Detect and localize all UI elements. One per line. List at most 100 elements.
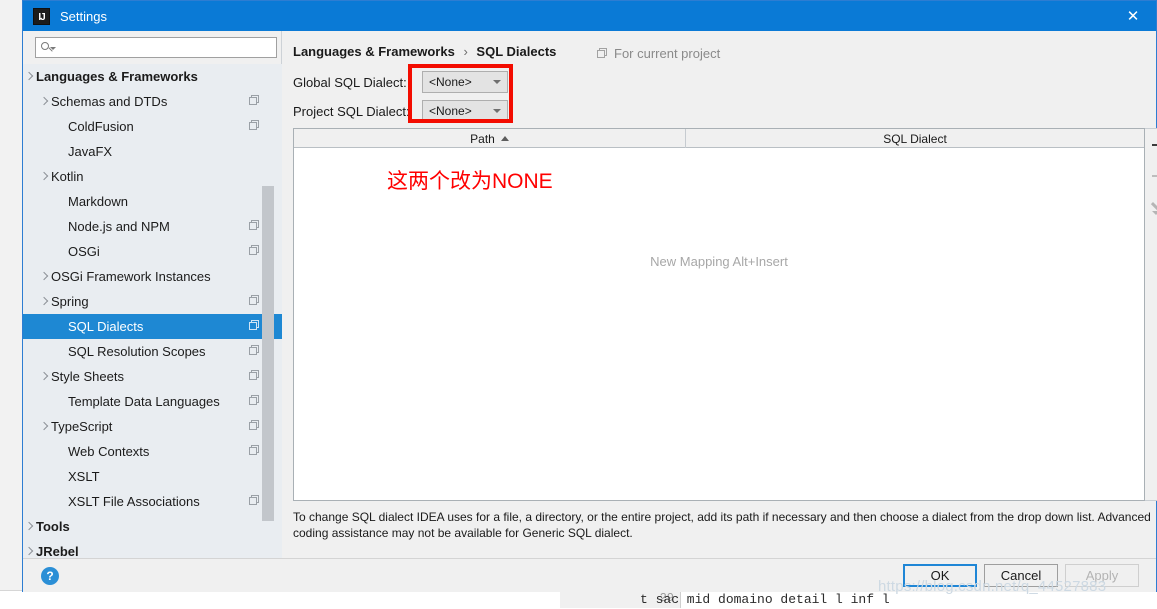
title-bar: IJ Settings ✕ — [23, 1, 1156, 31]
sidebar-item-label: SQL Resolution Scopes — [68, 344, 206, 359]
chevron-right-icon[interactable] — [38, 170, 51, 183]
sort-ascending-icon — [501, 136, 509, 141]
chevron-right-icon[interactable] — [38, 270, 51, 283]
sidebar-item-label: JavaFX — [68, 144, 112, 159]
sidebar-item-label: XSLT File Associations — [68, 494, 200, 509]
sidebar-item-xslt-file-associations[interactable]: XSLT File Associations — [23, 489, 282, 514]
project-sql-dialect-label: Project SQL Dialect: — [293, 104, 408, 119]
red-highlight-rectangle — [408, 64, 513, 123]
project-scope-icon — [249, 495, 260, 506]
sidebar-item-label: Web Contexts — [68, 444, 149, 459]
sidebar-item-label: OSGi Framework Instances — [51, 269, 211, 284]
window-title: Settings — [60, 9, 107, 24]
background-left-strip — [0, 0, 23, 608]
minus-icon — [1152, 175, 1157, 177]
table-toolbar — [1145, 128, 1157, 501]
background-code-line: t sac mid domaino detail l inf l — [640, 592, 890, 607]
sidebar-item-sql-dialects[interactable]: SQL Dialects — [23, 314, 282, 339]
for-current-project-note: For current project — [597, 46, 720, 61]
breadcrumb-leaf: SQL Dialects — [476, 44, 556, 59]
sidebar-item-label: SQL Dialects — [68, 319, 143, 334]
sidebar-item-label: Tools — [36, 519, 70, 534]
sidebar-item-label: Kotlin — [51, 169, 84, 184]
chevron-right-icon[interactable] — [23, 70, 36, 83]
project-scope-icon — [249, 345, 260, 356]
tree-indent-spacer — [55, 395, 68, 408]
breadcrumb-root[interactable]: Languages & Frameworks — [293, 44, 455, 59]
sidebar-item-label: Node.js and NPM — [68, 219, 170, 234]
sidebar-item-tools[interactable]: Tools — [23, 514, 282, 539]
sidebar-item-label: OSGi — [68, 244, 100, 259]
sidebar-item-style-sheets[interactable]: Style Sheets — [23, 364, 282, 389]
sidebar-item-spring[interactable]: Spring — [23, 289, 282, 314]
sidebar-item-label: XSLT — [68, 469, 100, 484]
edit-pencil-icon — [1151, 200, 1157, 214]
breadcrumb-separator: › — [463, 44, 467, 59]
sidebar-item-label: ColdFusion — [68, 119, 134, 134]
settings-tree[interactable]: Languages & FrameworksSchemas and DTDs Co… — [23, 64, 282, 558]
project-scope-icon — [597, 48, 608, 59]
breadcrumb: Languages & Frameworks › SQL Dialects — [293, 44, 556, 59]
tree-indent-spacer — [55, 120, 68, 133]
tree-indent-spacer — [55, 245, 68, 258]
sidebar-item-web-contexts[interactable]: Web Contexts — [23, 439, 282, 464]
tree-indent-spacer — [55, 195, 68, 208]
search-input[interactable] — [59, 40, 263, 56]
red-annotation-text: 这两个改为NONE — [387, 165, 553, 195]
table-empty-state: New Mapping Alt+Insert — [294, 254, 1144, 269]
sidebar-item-schemas-and-dtds[interactable]: Schemas and DTDs — [23, 89, 282, 114]
chevron-right-icon[interactable] — [23, 520, 36, 533]
tree-indent-spacer — [55, 345, 68, 358]
search-icon — [41, 41, 55, 55]
column-header-path[interactable]: Path — [294, 129, 686, 148]
add-mapping-button[interactable] — [1145, 129, 1157, 160]
sidebar-item-label: Style Sheets — [51, 369, 124, 384]
sidebar-item-node-js-and-npm[interactable]: Node.js and NPM — [23, 214, 282, 239]
project-scope-icon — [249, 295, 260, 306]
help-button[interactable]: ? — [41, 567, 59, 585]
chevron-right-icon[interactable] — [23, 545, 36, 558]
chevron-right-icon[interactable] — [38, 370, 51, 383]
project-scope-icon — [249, 120, 260, 131]
chevron-right-icon[interactable] — [38, 420, 51, 433]
table-header-row: Path SQL Dialect — [294, 129, 1144, 148]
sidebar-item-jrebel[interactable]: JRebel — [23, 539, 282, 558]
global-sql-dialect-label: Global SQL Dialect: — [293, 75, 408, 90]
sidebar-item-xslt[interactable]: XSLT — [23, 464, 282, 489]
close-icon[interactable]: ✕ — [1110, 1, 1156, 31]
sidebar-item-coldfusion[interactable]: ColdFusion — [23, 114, 282, 139]
plus-icon — [1152, 138, 1157, 151]
sidebar-item-markdown[interactable]: Markdown — [23, 189, 282, 214]
tree-indent-spacer — [55, 445, 68, 458]
project-scope-icon — [249, 420, 260, 431]
chevron-right-icon[interactable] — [38, 95, 51, 108]
chevron-right-icon[interactable] — [38, 295, 51, 308]
column-header-path-label: Path — [470, 132, 495, 146]
project-scope-icon — [249, 370, 260, 381]
sidebar-item-label: JRebel — [36, 544, 79, 558]
tree-indent-spacer — [55, 320, 68, 333]
sidebar-item-sql-resolution-scopes[interactable]: SQL Resolution Scopes — [23, 339, 282, 364]
sidebar-item-javafx[interactable]: JavaFX — [23, 139, 282, 164]
project-scope-icon — [249, 245, 260, 256]
project-scope-icon — [249, 95, 260, 106]
sidebar-item-label: TypeScript — [51, 419, 112, 434]
sidebar-item-osgi-framework-instances[interactable]: OSGi Framework Instances — [23, 264, 282, 289]
search-box[interactable] — [35, 37, 277, 58]
edit-mapping-button — [1145, 191, 1157, 222]
sidebar-item-typescript[interactable]: TypeScript — [23, 414, 282, 439]
sidebar-item-languages-frameworks[interactable]: Languages & Frameworks — [23, 64, 282, 89]
sidebar-item-label: Markdown — [68, 194, 128, 209]
mappings-table[interactable]: Path SQL Dialect 这两个改为NONE New Mapping A… — [293, 128, 1145, 501]
sidebar-item-osgi[interactable]: OSGi — [23, 239, 282, 264]
tree-indent-spacer — [55, 145, 68, 158]
tree-indent-spacer — [55, 470, 68, 483]
help-description: To change SQL dialect IDEA uses for a fi… — [293, 509, 1153, 541]
project-scope-icon — [249, 320, 260, 331]
tree-indent-spacer — [55, 220, 68, 233]
sidebar-item-template-data-languages[interactable]: Template Data Languages — [23, 389, 282, 414]
sidebar-scrollbar-thumb[interactable] — [262, 186, 274, 521]
column-header-sql-dialect-label: SQL Dialect — [883, 132, 947, 146]
sidebar-item-kotlin[interactable]: Kotlin — [23, 164, 282, 189]
column-header-sql-dialect[interactable]: SQL Dialect — [686, 129, 1144, 148]
